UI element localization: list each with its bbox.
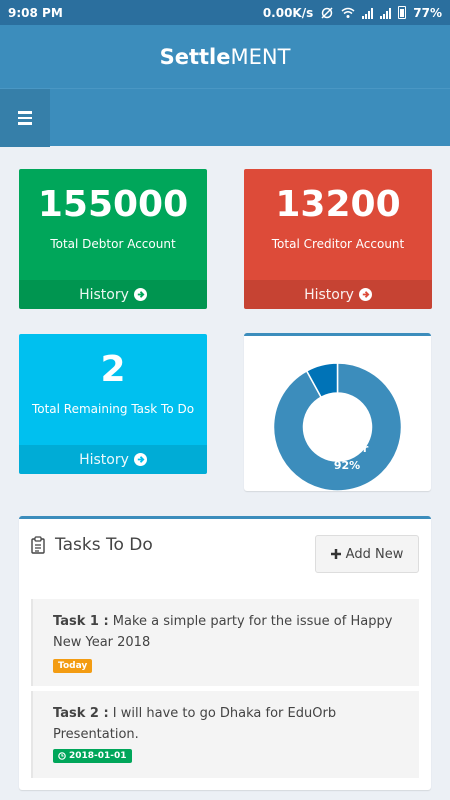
task-due-badge: Today <box>53 659 93 673</box>
task-text: Task 2 : I will have to go Dhaka for Edu… <box>53 703 399 745</box>
data-saver-icon <box>321 6 333 19</box>
remaining-tasks-value: 2 <box>100 349 126 390</box>
debtor-history-link[interactable]: History <box>19 280 207 309</box>
hamburger-line <box>18 122 32 125</box>
debtor-total-label: Total Debtor Account <box>50 237 176 251</box>
debtor-stat-box: 155000 Total Debtor Account History <box>19 169 207 309</box>
creditor-stat-box: 13200 Total Creditor Account History <box>244 169 432 309</box>
task-item[interactable]: Task 2 : I will have to go Dhaka for Edu… <box>31 691 419 778</box>
history-label: History <box>79 286 129 303</box>
arrow-circle-right-icon <box>358 288 372 301</box>
donut-chart-card: Debtor 92% <box>244 333 431 492</box>
arrow-circle-right-icon <box>133 288 147 301</box>
network-speed: 0.00K/s <box>262 5 314 20</box>
add-new-task-button[interactable]: Add New <box>315 535 419 573</box>
creditor-total-value: 13200 <box>275 184 401 225</box>
tasks-history-link[interactable]: History <box>19 445 207 474</box>
app-title-bold: Settle <box>159 44 231 69</box>
debtor-total-value: 155000 <box>37 184 189 225</box>
tasks-header: Tasks To Do <box>31 535 153 555</box>
donut-chart: Debtor 92% <box>272 362 403 492</box>
tasks-panel: Tasks To Do Add New Task 1 : Make a simp… <box>19 516 431 790</box>
app-title-light: MENT <box>230 44 291 69</box>
task-prefix: Task 1 : <box>53 614 109 629</box>
app-header: Settle MENT <box>0 25 450 88</box>
donut-percent: 92% <box>334 459 360 472</box>
hamburger-line <box>18 116 32 120</box>
history-label: History <box>79 451 129 468</box>
tasks-stat-box: 2 Total Remaining Task To Do History <box>19 334 207 474</box>
add-new-label: Add New <box>345 546 404 562</box>
task-text: Task 1 : Make a simple party for the iss… <box>53 611 399 653</box>
task-due-badge: 2018-01-01 <box>53 749 132 763</box>
wifi-icon <box>341 7 355 18</box>
badge-text: 2018-01-01 <box>69 751 127 761</box>
status-time: 9:08 PM <box>8 5 63 20</box>
plus-icon <box>330 549 341 559</box>
clock-icon <box>58 752 66 760</box>
arrow-circle-right-icon <box>133 453 147 466</box>
signal-icon <box>362 7 374 19</box>
creditor-history-link[interactable]: History <box>244 280 432 309</box>
status-bar: 9:08 PM 0.00K/s 77% <box>0 0 450 25</box>
hamburger-icon <box>18 111 32 114</box>
task-prefix: Task 2 : <box>53 706 109 721</box>
donut-label: Debtor <box>326 442 369 455</box>
battery-icon <box>398 6 407 19</box>
clipboard-icon <box>31 536 45 554</box>
menu-toggle-button[interactable] <box>0 89 50 147</box>
creditor-total-label: Total Creditor Account <box>271 237 405 251</box>
history-label: History <box>304 286 354 303</box>
remaining-tasks-label: Total Remaining Task To Do <box>31 402 195 416</box>
tasks-title: Tasks To Do <box>55 535 153 555</box>
badge-text: Today <box>58 661 88 671</box>
signal-icon-2 <box>380 7 392 19</box>
battery-level: 77% <box>413 5 442 20</box>
navbar <box>0 88 450 147</box>
task-item[interactable]: Task 1 : Make a simple party for the iss… <box>31 599 419 686</box>
